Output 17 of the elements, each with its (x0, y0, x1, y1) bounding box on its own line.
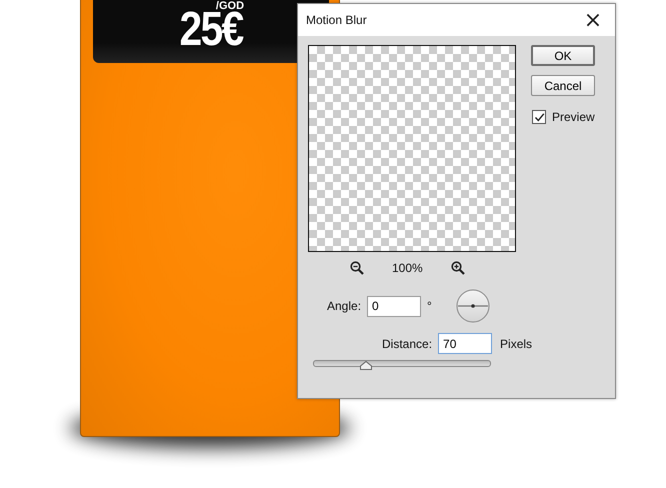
slider-thumb[interactable] (360, 361, 372, 370)
zoom-level: 100% (392, 261, 423, 275)
dialog-title: Motion Blur (306, 13, 367, 27)
pixels-unit: Pixels (500, 336, 532, 350)
zoom-in-icon[interactable] (450, 261, 465, 275)
ok-button[interactable]: OK (531, 45, 595, 66)
distance-label: Distance: (382, 336, 432, 350)
preview-label: Preview (552, 110, 595, 124)
angle-dial[interactable] (456, 289, 490, 323)
degree-unit: ° (427, 299, 432, 313)
preview-checkbox[interactable] (532, 110, 546, 124)
close-button[interactable]: × (571, 5, 615, 35)
cancel-button[interactable]: Cancel (531, 75, 595, 96)
zoom-out-icon[interactable] (350, 261, 364, 275)
angle-field[interactable]: 0 (367, 296, 422, 316)
angle-label: Angle: (327, 299, 362, 313)
distance-field[interactable]: 70 (438, 333, 492, 354)
